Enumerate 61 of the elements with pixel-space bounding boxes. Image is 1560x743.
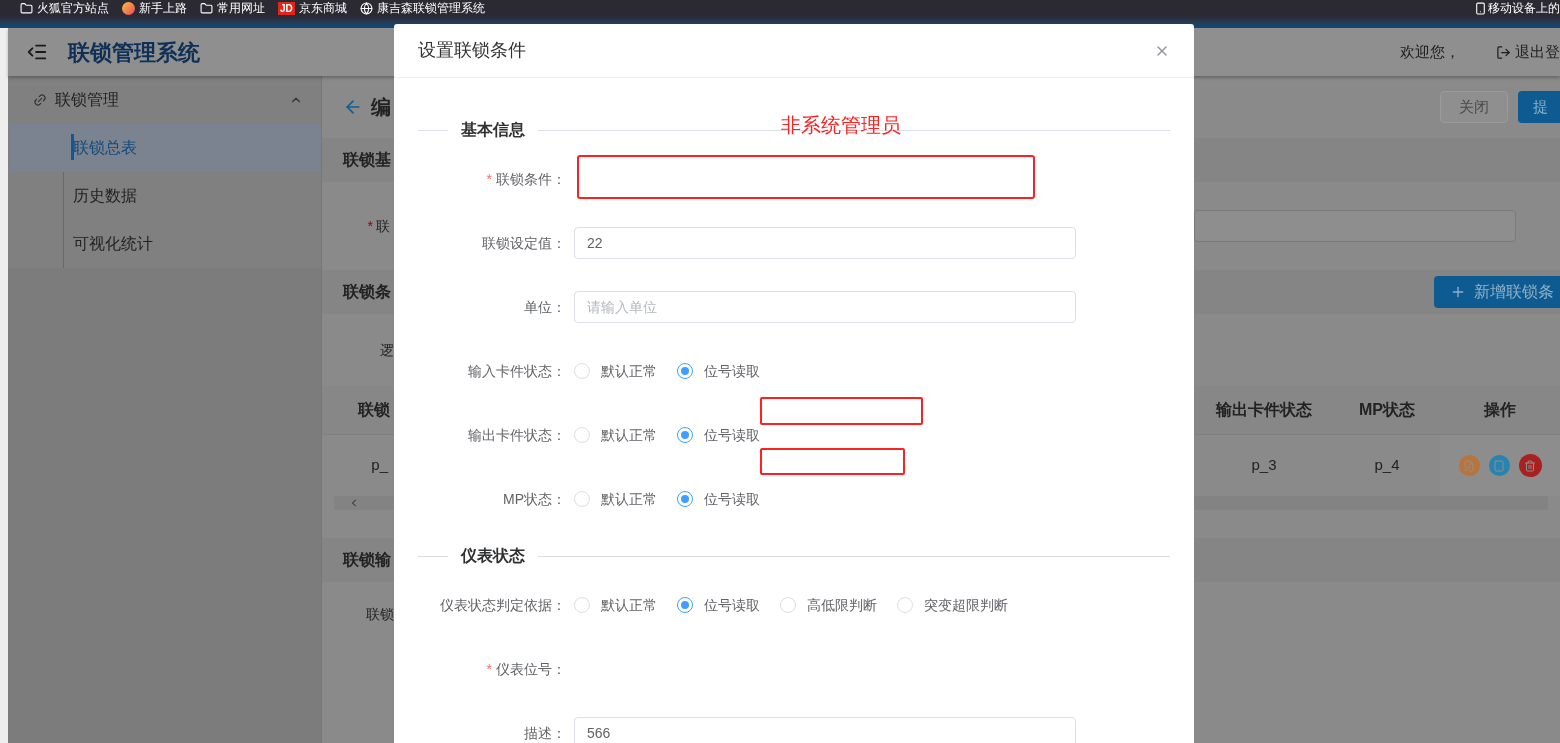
text-field[interactable]: 22	[574, 227, 1076, 259]
table-cell-text: p_	[371, 455, 388, 476]
required-mark: *	[486, 659, 492, 679]
section-title: 仪表状态	[461, 546, 525, 566]
field-label: 逻	[380, 340, 394, 360]
tablet-icon[interactable]	[1488, 455, 1510, 476]
field-label: 仪表位号：	[496, 659, 566, 679]
delete-icon[interactable]	[1518, 454, 1542, 477]
field-label: 仪表状态判定依据：	[440, 595, 566, 615]
menu-group[interactable]: 联锁管理	[8, 76, 321, 124]
text-field[interactable]: 566	[574, 717, 1076, 743]
table-cell-text: p_4	[1373, 455, 1401, 476]
folder-icon	[200, 1, 213, 15]
table-cell-text: p_3	[1250, 455, 1278, 476]
radio-option[interactable]: 默认正常	[574, 360, 657, 382]
phone-icon	[1474, 1, 1487, 15]
radio-option[interactable]: 默认正常	[574, 488, 657, 510]
logout-icon	[1496, 44, 1511, 60]
radio-option[interactable]: 位号读取	[677, 594, 760, 616]
radio-option[interactable]: 位号读取	[677, 488, 760, 510]
bookmark[interactable]: 常用网址	[200, 1, 265, 15]
field-label: 单位：	[524, 297, 566, 317]
sidebar-item[interactable]: 可视化统计	[9, 220, 321, 268]
browser-logo-icon	[122, 1, 135, 15]
field-label: 输入卡件状态：	[468, 361, 566, 381]
globe-icon	[359, 1, 373, 15]
bookmark[interactable]: 康吉森联锁管理系统	[359, 1, 485, 15]
radio-option[interactable]: 默认正常	[574, 594, 657, 616]
section-title: 基本信息	[461, 120, 525, 140]
annotation-text: 非系统管理员	[781, 113, 901, 138]
radio-option[interactable]: 默认正常	[574, 424, 657, 446]
page-title: 编	[371, 95, 391, 120]
logout-link[interactable]: 退出登	[1496, 40, 1560, 64]
field-label: 联锁	[366, 605, 394, 624]
store-logo-icon: JD	[278, 1, 295, 15]
radio-option[interactable]: 位号读取	[677, 360, 760, 382]
sidebar-item[interactable]: 历史数据	[9, 172, 321, 220]
field-label: 联	[376, 216, 390, 236]
required-mark: *	[367, 216, 373, 236]
bookmark[interactable]: 新手上路	[122, 1, 187, 15]
column-header: 操作	[1482, 400, 1517, 420]
field-label: 描述：	[524, 723, 566, 743]
bookmark[interactable]: 移动设备上的	[1474, 1, 1560, 15]
plus-icon	[1450, 284, 1466, 300]
column-header: 输出卡件状态	[1214, 400, 1313, 420]
folder-icon	[20, 1, 33, 15]
field-label: 输出卡件状态：	[468, 425, 566, 445]
column-header: MP状态	[1358, 400, 1416, 420]
radio-option[interactable]: 突变超限判断	[897, 594, 1008, 616]
text-field[interactable]	[1194, 210, 1516, 242]
field-label: 联锁设定值：	[482, 233, 566, 253]
dialog-title: 设置联锁条件	[418, 39, 526, 62]
column-header: 联锁	[358, 400, 390, 420]
edit-icon[interactable]	[1458, 455, 1480, 476]
field-label: MP状态：	[503, 489, 566, 509]
radio-option[interactable]: 位号读取	[677, 424, 760, 446]
bookmark[interactable]: 火狐官方站点	[20, 1, 109, 15]
app-title: 联锁管理系统	[68, 38, 200, 67]
welcome-text: 欢迎您，	[1400, 41, 1460, 62]
bookmark[interactable]: JD 京东商城	[278, 1, 347, 15]
radio-option[interactable]: 高低限判断	[780, 594, 877, 616]
